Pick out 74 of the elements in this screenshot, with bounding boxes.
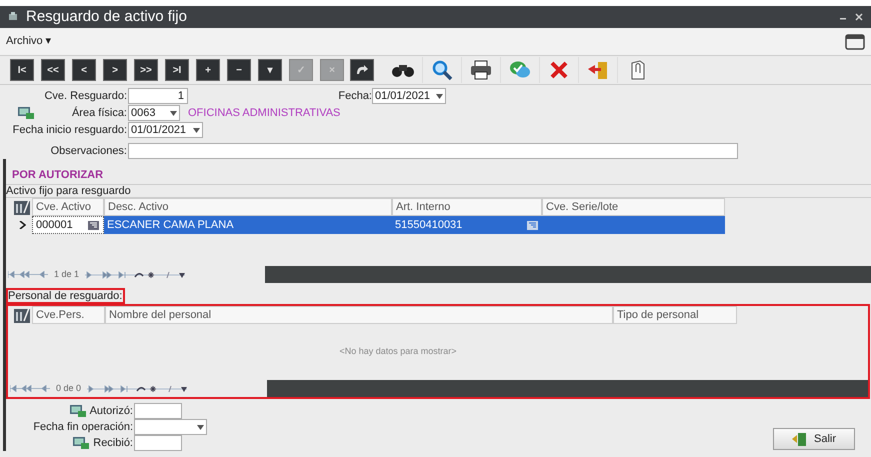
section-title: Personal de resguardo:: [6, 288, 126, 304]
record-counter: 1 de 1: [54, 268, 80, 281]
column-header[interactable]: Cve. Activo: [32, 198, 104, 216]
field-label: Cve. Resguardo:: [43, 88, 128, 104]
field-label: Fecha:: [337, 88, 372, 104]
delete-icon[interactable]: [550, 61, 568, 79]
column-header[interactable]: Tipo de personal: [613, 306, 737, 324]
toolbar-button[interactable]: >: [103, 59, 127, 81]
pager-back-buttons-drawing: [8, 271, 48, 278]
column-header[interactable]: Desc. Activo: [104, 198, 392, 216]
chat-check-icon[interactable]: [509, 60, 531, 80]
table-cell-text: 51550410031: [395, 218, 462, 233]
close-icon[interactable]: [855, 13, 863, 21]
field-label: Observaciones:: [50, 144, 128, 159]
lookup-icon: [527, 220, 538, 230]
field-label: Fecha fin operación:: [33, 420, 133, 435]
field-label: Recibió:: [93, 436, 133, 451]
monitor-arrow-icon: [70, 405, 86, 417]
record-counter: 0 de 0: [56, 382, 82, 395]
text-field[interactable]: [134, 435, 182, 451]
toolbar-button[interactable]: >>: [134, 59, 158, 81]
field-value: 01/01/2021: [131, 122, 186, 138]
caret-icon: [436, 94, 443, 98]
toolbar-button[interactable]: I<: [10, 59, 34, 81]
text-field[interactable]: 1: [128, 88, 188, 104]
text-field[interactable]: [128, 143, 738, 159]
menu-item[interactable]: Archivo ▾: [6, 33, 52, 50]
caret-icon: [193, 128, 200, 132]
binoculars-icon[interactable]: [391, 62, 415, 78]
toolbar-button[interactable]: <<: [41, 59, 65, 81]
toolbar-button[interactable]: <: [72, 59, 96, 81]
window-title: Resguardo de activo fijo: [26, 6, 187, 27]
area-description: OFICINAS ADMINISTRATIVAS: [188, 106, 340, 121]
printer-icon[interactable]: [470, 60, 492, 80]
toolbar-button[interactable]: −: [227, 59, 251, 81]
field-value: 01/01/2021: [375, 88, 430, 104]
status-label: POR AUTORIZAR: [12, 169, 104, 181]
search-icon[interactable]: [431, 59, 453, 81]
monitor-arrow-icon: [73, 437, 90, 449]
app-icon: [8, 12, 18, 22]
dropdown-field[interactable]: [134, 419, 207, 435]
toolbar-button[interactable]: ▾: [258, 59, 282, 81]
column-header[interactable]: Cve.Pers.: [32, 306, 105, 324]
section-title: Activo fijo para resguardo: [6, 185, 131, 197]
exit-door-icon[interactable]: [587, 60, 609, 80]
exit-button[interactable]: Salir: [773, 428, 855, 450]
pager-back-buttons-drawing: [10, 385, 50, 392]
caret-icon: [170, 110, 177, 116]
field-value: 0063: [131, 106, 156, 121]
monitor-arrow-icon: [18, 107, 34, 119]
table-cell-text: 000001: [36, 218, 73, 233]
caret-icon: [197, 424, 204, 430]
column-header[interactable]: Art. Interno: [392, 198, 542, 216]
field-label: Fecha inicio resguardo:: [12, 122, 128, 138]
lookup-icon: [88, 220, 99, 230]
restore-window-icon[interactable]: [845, 34, 865, 50]
toolbar-button[interactable]: +: [196, 59, 220, 81]
column-header[interactable]: Nombre del personal: [105, 306, 613, 324]
dropdown-field[interactable]: 01/01/2021: [128, 122, 203, 138]
empty-message: <No hay datos para mostrar>: [339, 345, 457, 358]
dropdown-field[interactable]: 01/01/2021: [372, 88, 446, 104]
table-cell-text: ESCANER CAMA PLANA: [107, 218, 234, 233]
dropdown-field[interactable]: 0063: [128, 105, 180, 121]
field-label: Autorizó:: [90, 404, 133, 419]
paperclip-document-icon[interactable]: [630, 60, 646, 80]
text-field[interactable]: [134, 403, 182, 419]
column-chooser-icon: [14, 308, 30, 322]
field-label: Área física:: [70, 106, 128, 121]
column-chooser-icon: [14, 200, 30, 214]
toolbar-button[interactable]: >I: [165, 59, 189, 81]
curved-arrow-icon: [355, 64, 369, 76]
redo-button[interactable]: [350, 59, 374, 81]
column-header[interactable]: Cve. Serie/lote: [542, 198, 725, 216]
exit-door-icon: [792, 432, 806, 446]
